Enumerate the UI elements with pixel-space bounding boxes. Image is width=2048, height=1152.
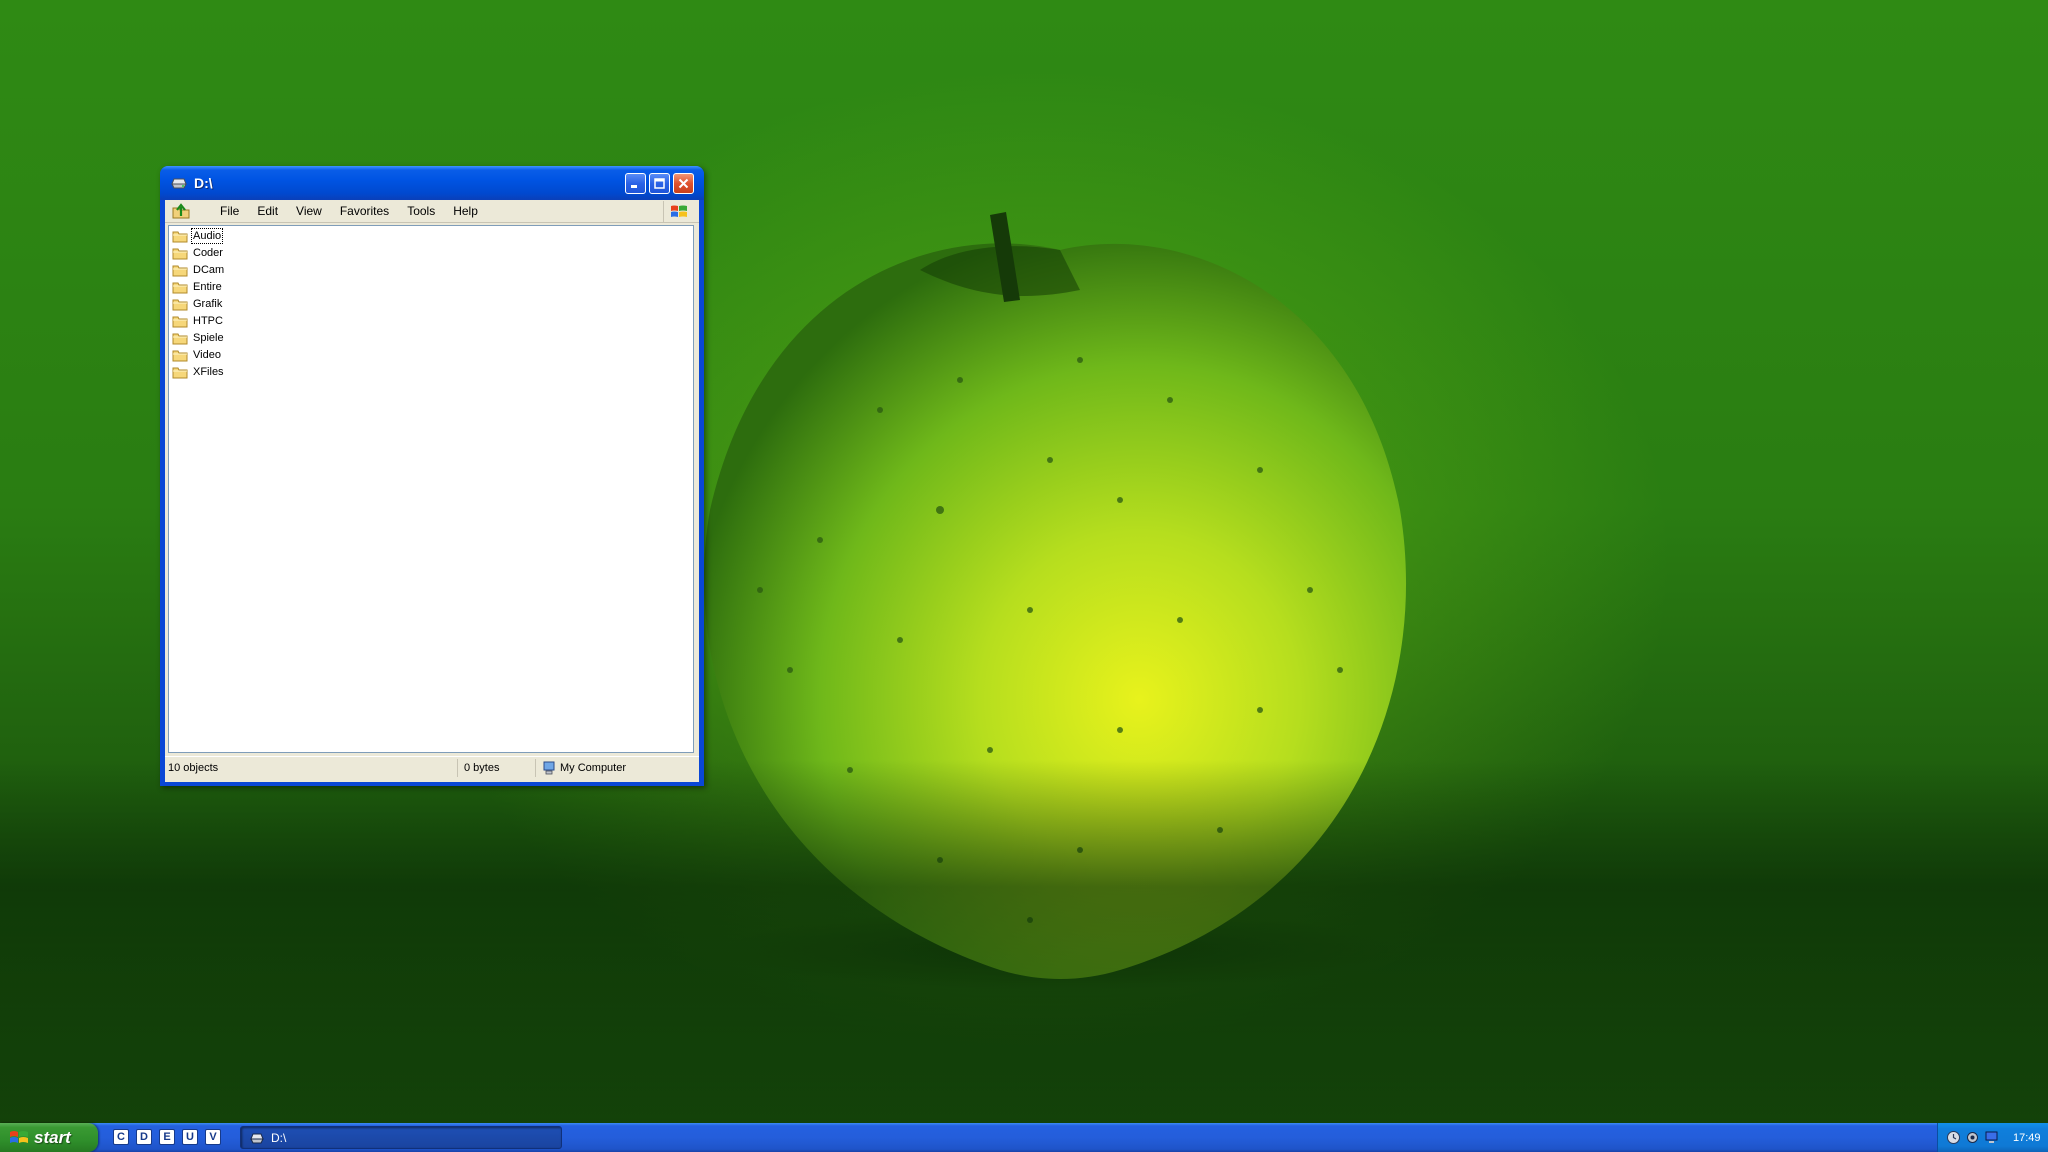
list-item-label: DCam: [193, 264, 225, 276]
drive-u-icon[interactable]: U: [182, 1129, 198, 1145]
drive-c-icon[interactable]: C: [113, 1129, 129, 1145]
folder-icon: [172, 282, 188, 293]
up-folder-icon[interactable]: [171, 202, 191, 220]
list-item-label: Spiele: [193, 332, 224, 344]
tray-clock-icon[interactable]: [1946, 1130, 1961, 1145]
status-zone-label: My Computer: [560, 762, 627, 774]
list-item-label: Audio: [190, 228, 224, 244]
window-title: D:\: [194, 175, 213, 191]
tray-network-icon[interactable]: [1984, 1130, 1999, 1145]
close-icon: [678, 178, 689, 189]
list-item-label: HTPC: [193, 315, 223, 327]
list-item[interactable]: Video: [172, 347, 222, 363]
minimize-button[interactable]: [625, 173, 646, 194]
wallpaper-floor: [0, 760, 2048, 1123]
menu-view[interactable]: View: [287, 201, 331, 222]
list-item[interactable]: Spiele: [172, 330, 225, 346]
quick-launch-bar: C D E U V: [113, 1129, 228, 1145]
list-item-label: Coder: [193, 247, 223, 259]
drive-e-icon[interactable]: E: [159, 1129, 175, 1145]
list-item[interactable]: Coder: [172, 245, 224, 261]
list-item-label: Grafik: [193, 298, 223, 310]
taskbar-window-label: D:\: [271, 1130, 287, 1145]
maximize-button[interactable]: [649, 173, 670, 194]
list-item[interactable]: DCam: [172, 262, 225, 278]
windows-flag-icon: [670, 205, 687, 217]
status-object-count: 10 objects: [165, 759, 458, 777]
window-titlebar[interactable]: D:\: [160, 166, 704, 200]
close-button[interactable]: [673, 173, 694, 194]
start-label: start: [34, 1127, 71, 1147]
drive-icon: [171, 178, 187, 189]
menu-bar: File Edit View Favorites Tools Help: [165, 200, 699, 223]
tray-settings-icon[interactable]: [1965, 1130, 1980, 1145]
file-list-pane[interactable]: Audio Coder DCam Entire Grafik HTPC Spie…: [168, 225, 694, 753]
my-computer-icon: [543, 761, 555, 775]
menu-favorites[interactable]: Favorites: [331, 201, 398, 222]
list-item[interactable]: Audio: [172, 228, 224, 244]
folder-icon: [172, 350, 188, 361]
list-item-label: Video: [193, 349, 221, 361]
taskbar: start C D E U V D:\ 17:49: [0, 1123, 2048, 1152]
list-item[interactable]: Grafik: [172, 296, 223, 312]
folder-icon: [172, 367, 188, 378]
list-item[interactable]: Entire: [172, 279, 223, 295]
list-item[interactable]: HTPC: [172, 313, 224, 329]
list-item-label: XFiles: [193, 366, 224, 378]
menu-help[interactable]: Help: [444, 201, 487, 222]
maximize-icon: [654, 178, 665, 189]
menu-file[interactable]: File: [211, 201, 248, 222]
menu-edit[interactable]: Edit: [248, 201, 287, 222]
windows-flag-icon: [10, 1130, 28, 1143]
drive-d-icon[interactable]: D: [136, 1129, 152, 1145]
drive-icon: [250, 1133, 264, 1143]
folder-icon: [172, 265, 188, 276]
folder-icon: [172, 299, 188, 310]
start-button[interactable]: start: [0, 1123, 98, 1152]
list-item[interactable]: XFiles: [172, 364, 225, 380]
folder-icon: [172, 231, 188, 242]
taskbar-window-button[interactable]: D:\: [240, 1126, 562, 1149]
folder-icon: [172, 333, 188, 344]
list-item-label: Entire: [193, 281, 222, 293]
menu-tools[interactable]: Tools: [398, 201, 444, 222]
explorer-window[interactable]: D:\ File Edit View Favorites Tools Help: [160, 166, 704, 786]
system-tray: 17:49: [1937, 1123, 2048, 1152]
minimize-icon: [631, 185, 637, 188]
status-bar: 10 objects 0 bytes My Computer: [165, 756, 699, 778]
drive-v-icon[interactable]: V: [205, 1129, 221, 1145]
folder-icon: [172, 248, 188, 259]
folder-icon: [172, 316, 188, 327]
taskbar-clock[interactable]: 17:49: [2013, 1132, 2041, 1144]
windows-logo-throbber: [663, 201, 693, 222]
status-zone: My Computer: [539, 759, 697, 777]
window-frame: File Edit View Favorites Tools Help Audi…: [165, 200, 699, 782]
status-size: 0 bytes: [461, 759, 536, 777]
